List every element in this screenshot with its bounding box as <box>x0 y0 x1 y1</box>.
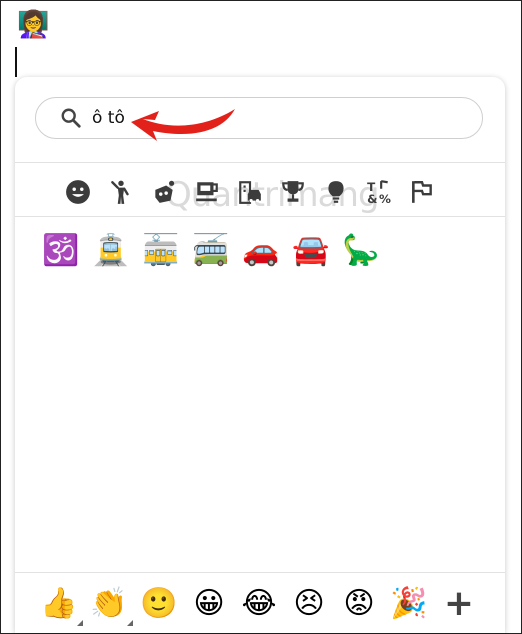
window-frame: 👩‍🏫 ô tô Quantrimang <box>0 0 522 634</box>
tab-food[interactable] <box>190 175 223 209</box>
frequent-emoji-bar: 👍 👏 🙂 😀 😂 😣 😡 🎉 + <box>39 582 479 626</box>
text-caret <box>15 47 17 77</box>
category-tabs: T & % <box>61 175 461 209</box>
flag-icon <box>411 181 432 203</box>
buildings-car-icon <box>238 181 261 204</box>
emoji-picker-panel: ô tô Quantrimang T & % 🕉️ 🚊 🚋 🚎 🚗 🚘 🦕 👍 … <box>15 77 505 633</box>
skin-tone-indicator <box>77 620 83 626</box>
result-emoji[interactable]: 🚗 <box>241 229 281 273</box>
search-input[interactable]: ô tô <box>92 108 125 128</box>
frequent-emoji[interactable]: 😣 <box>289 582 329 626</box>
avatar: 👩‍🏫 <box>17 10 50 40</box>
tab-travel[interactable] <box>233 175 266 209</box>
search-results: 🕉️ 🚊 🚋 🚎 🚗 🚘 🦕 <box>41 229 381 273</box>
search-box[interactable]: ô tô <box>35 97 483 139</box>
tab-animals[interactable] <box>147 175 180 209</box>
frequent-emoji[interactable]: 👏 <box>89 582 133 626</box>
tab-flags[interactable] <box>405 175 438 209</box>
frequent-emoji-glyph: 👏 <box>90 586 128 621</box>
tab-symbols[interactable]: T & % <box>362 175 395 209</box>
tab-smileys[interactable] <box>61 175 94 209</box>
coffee-cup-icon <box>195 182 218 202</box>
result-emoji[interactable]: 🦕 <box>341 229 381 273</box>
frequent-emoji-glyph: 👍 <box>40 586 78 621</box>
frequent-emoji[interactable]: 😂 <box>239 582 279 626</box>
result-emoji[interactable]: 🕉️ <box>41 229 81 273</box>
divider <box>15 162 505 163</box>
lightbulb-icon <box>327 181 344 203</box>
skin-tone-indicator <box>127 620 133 626</box>
frequent-emoji[interactable]: 👍 <box>39 582 83 626</box>
frequent-emoji[interactable]: 😡 <box>339 582 379 626</box>
result-emoji[interactable]: 🚊 <box>91 229 131 273</box>
tab-objects[interactable] <box>319 175 352 209</box>
frequent-emoji[interactable]: 🎉 <box>389 582 429 626</box>
frequent-emoji[interactable]: 🙂 <box>139 582 179 626</box>
divider <box>15 572 505 573</box>
search-icon <box>61 108 81 128</box>
tab-activities[interactable] <box>276 175 309 209</box>
svg-text:%: % <box>379 192 391 205</box>
result-emoji[interactable]: 🚘 <box>291 229 331 273</box>
frequent-emoji[interactable]: 😀 <box>189 582 229 626</box>
smiley-face-icon <box>65 180 90 204</box>
trophy-icon <box>281 181 304 202</box>
add-emoji-button[interactable]: + <box>439 582 479 626</box>
result-emoji[interactable]: 🚎 <box>191 229 231 273</box>
person-icon <box>110 180 129 204</box>
result-emoji[interactable]: 🚋 <box>141 229 181 273</box>
paw-icon <box>154 180 174 203</box>
tab-people[interactable] <box>104 175 137 209</box>
svg-text:&: & <box>367 192 377 205</box>
divider <box>15 216 505 217</box>
symbols-icon: T & % <box>367 180 391 205</box>
